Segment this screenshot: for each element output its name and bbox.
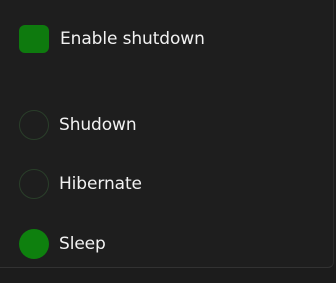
- radio-option-hibernate[interactable]: Hibernate: [19, 169, 142, 199]
- radio-option-label: Shudown: [59, 115, 137, 135]
- radio-option-shutdown[interactable]: Shudown: [19, 110, 137, 140]
- radio-selected-icon[interactable]: [19, 229, 49, 259]
- radio-unselected-icon[interactable]: [19, 110, 49, 140]
- enable-shutdown-checkbox[interactable]: Enable shutdown: [19, 24, 205, 54]
- enable-shutdown-label: Enable shutdown: [60, 29, 205, 49]
- radio-option-sleep[interactable]: Sleep: [19, 229, 106, 259]
- settings-panel: Enable shutdown Shudown Hibernate Sleep: [0, 0, 334, 268]
- radio-option-label: Sleep: [59, 234, 106, 254]
- radio-unselected-icon[interactable]: [19, 169, 49, 199]
- checkbox-checked-icon[interactable]: [19, 25, 49, 53]
- radio-option-label: Hibernate: [59, 174, 142, 194]
